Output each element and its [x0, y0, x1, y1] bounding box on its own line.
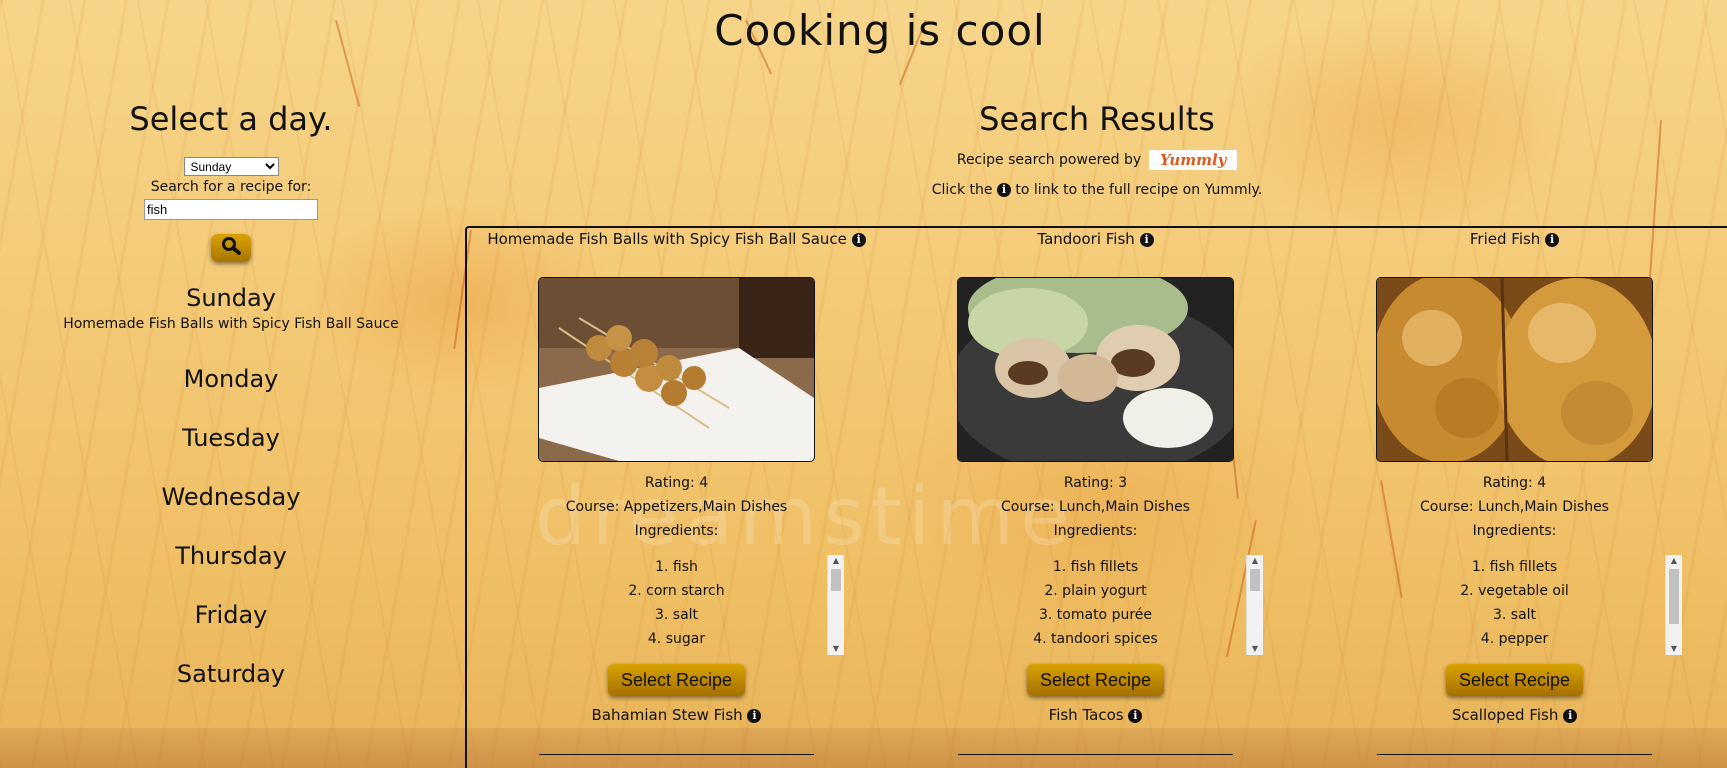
ingredient-item: 2. plain yogurt: [1044, 583, 1147, 599]
day-sunday-recipe: Homemade Fish Balls with Spicy Fish Ball…: [63, 316, 399, 332]
recipe-title-text: Fried Fish: [1469, 230, 1541, 248]
ingredient-item: 1. fish fillets: [1471, 559, 1558, 575]
ingredients-scrollbar[interactable]: ▲ ▼: [827, 555, 844, 655]
day-select[interactable]: Sunday: [183, 157, 279, 176]
ingredients-list[interactable]: 1. fish fillets 2. plain yogurt 3. tomat…: [886, 555, 1305, 655]
recipe-image: [1377, 754, 1652, 768]
recipe-image: [957, 277, 1234, 462]
ingredients-scrollbar[interactable]: ▲ ▼: [1246, 555, 1263, 655]
scroll-down-icon[interactable]: ▼: [1666, 643, 1682, 655]
recipe-title: Homemade Fish Balls with Spicy Fish Ball…: [467, 230, 886, 252]
info-icon[interactable]: i: [851, 232, 866, 247]
search-label: Search for a recipe for:: [150, 179, 312, 195]
ingredient-item: 2. vegetable oil: [1460, 583, 1569, 599]
scroll-up-icon[interactable]: ▲: [1247, 555, 1263, 567]
scroll-down-icon[interactable]: ▼: [1247, 643, 1263, 655]
fish-balls-image: [539, 278, 814, 461]
site-title: Cooking is cool: [714, 6, 1046, 55]
scroll-thumb[interactable]: [831, 569, 841, 591]
recipe-rating: Rating: 4: [1482, 475, 1547, 491]
select-recipe-button[interactable]: Select Recipe: [608, 664, 745, 696]
recipe-course: Course: Lunch,Main Dishes: [1420, 499, 1609, 515]
ingredient-item: 4. pepper: [1480, 631, 1549, 647]
recipe-image: [539, 754, 814, 768]
ingredients-label: Ingredients:: [1053, 523, 1138, 539]
recipe-title: Bahamian Stew Fish i: [467, 706, 886, 724]
ingredient-item: 4. tandoori spices: [1033, 631, 1158, 647]
select-recipe-button[interactable]: Select Recipe: [1027, 664, 1164, 696]
scroll-thumb[interactable]: [1669, 569, 1679, 624]
recipe-title: Fish Tacos i: [886, 706, 1305, 724]
recipe-card: Tandoori Fish i Rating: 3 Course: Lunch,…: [886, 228, 1305, 768]
yummly-logo[interactable]: Yummly: [1149, 150, 1238, 170]
click-note: Click the i to link to the full recipe o…: [462, 182, 1727, 198]
powered-by-text: Recipe search powered by: [956, 152, 1142, 168]
recipe-title-text: Scalloped Fish: [1451, 706, 1559, 724]
recipe-image: [1376, 277, 1653, 462]
ingredients-label: Ingredients:: [634, 523, 719, 539]
recipe-card: Homemade Fish Balls with Spicy Fish Ball…: [467, 228, 886, 768]
day-sunday[interactable]: Sunday: [0, 274, 462, 322]
scroll-down-icon[interactable]: ▼: [828, 643, 844, 655]
ingredients-list[interactable]: 1. fish fillets 2. vegetable oil 3. salt…: [1305, 555, 1724, 655]
ingredient-item: 4. sugar: [647, 631, 706, 647]
search-button[interactable]: [211, 234, 251, 262]
day-list: Sunday Homemade Fish Balls with Spicy Fi…: [0, 274, 462, 704]
recipe-title-text: Fish Tacos: [1048, 706, 1124, 724]
search-input[interactable]: [144, 199, 318, 220]
ingredients-list[interactable]: 1. fish 2. corn starch 3. salt 4. sugar …: [467, 555, 886, 655]
recipe-title: Fried Fish i: [1305, 230, 1724, 252]
ingredient-item: 2. corn starch: [628, 583, 725, 599]
fried-fish-image: [1377, 278, 1652, 461]
select-recipe-button[interactable]: Select Recipe: [1446, 664, 1583, 696]
recipe-rating: Rating: 4: [644, 475, 709, 491]
ingredient-item: 1. fish: [655, 559, 698, 575]
recipe-rating: Rating: 3: [1063, 475, 1128, 491]
click-note-before: Click the: [931, 182, 993, 198]
ingredient-item: 1. fish fillets: [1052, 559, 1139, 575]
search-icon: [220, 236, 242, 260]
ingredient-item: 3. salt: [654, 607, 699, 623]
recipe-title: Tandoori Fish i: [886, 230, 1305, 252]
recipe-image: [538, 277, 815, 462]
click-note-after: to link to the full recipe on Yummly.: [1015, 182, 1263, 198]
day-monday[interactable]: Monday: [0, 350, 462, 409]
recipe-course: Course: Lunch,Main Dishes: [1001, 499, 1190, 515]
day-thursday[interactable]: Thursday: [0, 527, 462, 586]
info-icon: i: [996, 183, 1011, 197]
day-wednesday[interactable]: Wednesday: [0, 468, 462, 527]
ingredient-item: 3. tomato purée: [1038, 607, 1153, 623]
results-header: Search Results Recipe search powered by …: [462, 100, 1727, 198]
day-friday[interactable]: Friday: [0, 586, 462, 645]
recipe-title-text: Homemade Fish Balls with Spicy Fish Ball…: [487, 230, 847, 248]
info-icon[interactable]: i: [747, 708, 762, 723]
day-sidebar: Select a day. Sunday Search for a recipe…: [0, 100, 462, 704]
scroll-thumb[interactable]: [1250, 569, 1260, 591]
info-icon[interactable]: i: [1563, 708, 1578, 723]
recipe-image: [958, 754, 1233, 768]
recipe-title: Scalloped Fish i: [1305, 706, 1724, 724]
recipe-card: Fried Fish i Rating: 4 Course: Lunch,Mai…: [1305, 228, 1724, 768]
recipe-course: Course: Appetizers,Main Dishes: [565, 499, 788, 515]
day-tuesday[interactable]: Tuesday: [0, 409, 462, 468]
recipe-title-text: Tandoori Fish: [1037, 230, 1135, 248]
tandoori-fish-image: [958, 278, 1233, 461]
scroll-up-icon[interactable]: ▲: [1666, 555, 1682, 567]
results-grid: Homemade Fish Balls with Spicy Fish Ball…: [465, 226, 1727, 768]
info-icon[interactable]: i: [1128, 708, 1143, 723]
ingredient-item: 3. salt: [1492, 607, 1537, 623]
info-icon[interactable]: i: [1545, 232, 1560, 247]
ingredients-scrollbar[interactable]: ▲ ▼: [1665, 555, 1682, 655]
powered-by: Recipe search powered by Yummly: [462, 150, 1727, 170]
info-icon[interactable]: i: [1139, 232, 1154, 247]
scroll-up-icon[interactable]: ▲: [828, 555, 844, 567]
results-heading: Search Results: [979, 100, 1215, 138]
day-saturday[interactable]: Saturday: [0, 645, 462, 704]
select-day-heading: Select a day.: [129, 100, 333, 138]
recipe-title-text: Bahamian Stew Fish: [591, 706, 743, 724]
ingredients-label: Ingredients:: [1472, 523, 1557, 539]
